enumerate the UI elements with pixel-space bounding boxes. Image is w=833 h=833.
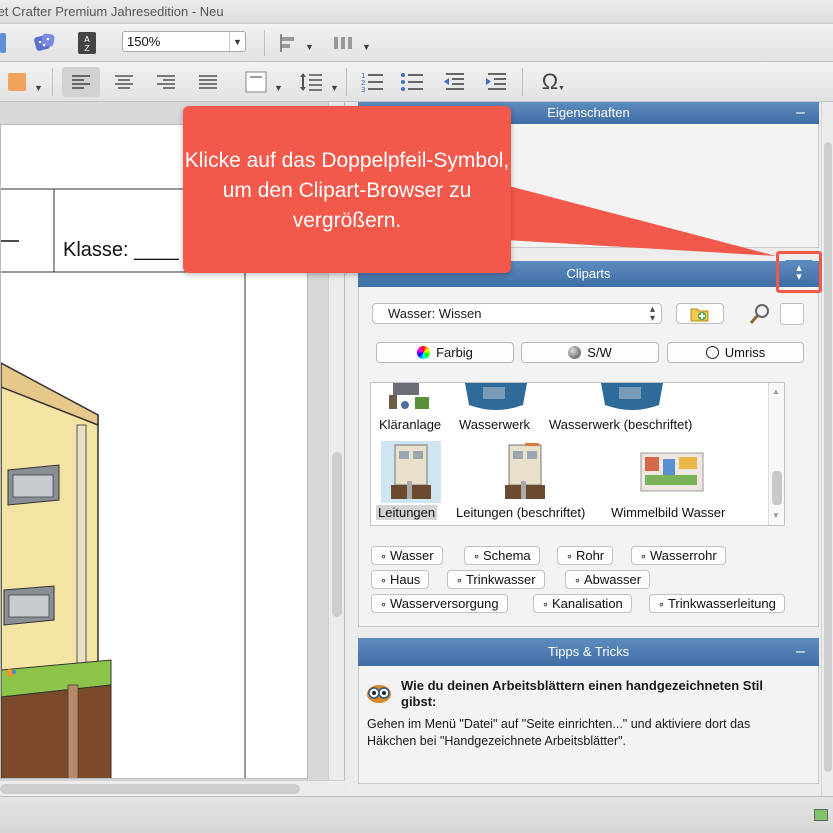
svg-text:Z: Z [84, 44, 90, 53]
collapse-icon[interactable]: – [796, 638, 805, 666]
divider [52, 68, 53, 96]
sort-az-icon[interactable]: AZ [76, 30, 98, 56]
callout-text: Klicke auf das Doppelpfeil-Symbol, um de… [184, 149, 510, 232]
tips-text: Gehen im Menü "Datei" auf "Seite einrich… [367, 717, 751, 748]
color-wheel-icon [417, 346, 431, 359]
document-horizontal-scrollbar[interactable] [0, 780, 345, 796]
scroll-thumb[interactable] [332, 452, 342, 617]
dropdown-caret-icon[interactable]: ▼ [305, 42, 314, 52]
numbered-list-icon[interactable]: 123 [358, 69, 386, 95]
increase-indent-icon[interactable] [482, 69, 510, 95]
tag-chip[interactable]: Abwasser [565, 570, 651, 589]
main-toolbar: AZ 150% ▼ ▼ ▼ [0, 24, 833, 62]
tips-heading: Wie du deinen Arbeitsblättern einen hand… [401, 678, 764, 709]
filter-outline-label: Umriss [724, 345, 766, 360]
tag-chip[interactable]: Trinkwasser [447, 570, 545, 589]
clipart-category-select[interactable]: Wasser: Wissen ▴ ▾ [372, 303, 662, 324]
zoom-value: 150% [127, 34, 161, 49]
klasse-label: Klasse: ____ [63, 239, 179, 261]
clipart-label-selected[interactable]: Leitungen [376, 505, 438, 520]
text-box-icon[interactable] [244, 69, 268, 95]
chevron-updown-icon: ▴ ▾ [649, 304, 655, 324]
svg-text:3: 3 [361, 86, 365, 93]
fill-color-swatch[interactable] [8, 73, 26, 91]
clipart-label[interactable]: Wasserwerk (beschriftet) [549, 417, 692, 432]
clipart-label[interactable]: Leitungen (beschriftet) [456, 505, 585, 520]
align-objects-icon[interactable] [278, 32, 298, 54]
add-folder-button[interactable] [676, 303, 724, 324]
tutorial-callout: Klicke auf das Doppelpfeil-Symbol, um de… [183, 106, 511, 273]
collapse-icon[interactable]: – [796, 102, 805, 124]
divider [346, 68, 347, 96]
tag-chip[interactable]: Schema [464, 546, 540, 565]
tag-chip[interactable]: Kanalisation [533, 594, 632, 613]
filter-outline-button[interactable]: Umriss [667, 342, 804, 363]
tips-title: Tipps & Tricks [547, 644, 630, 659]
search-icon[interactable] [748, 302, 772, 326]
status-bar [0, 796, 833, 833]
window-title: ksheet Crafter Premium Jahresedition - N… [0, 4, 224, 19]
tag-chip[interactable]: Wasserversorgung [371, 594, 508, 613]
tag-chip[interactable]: Haus [371, 570, 430, 589]
circle-outline-icon [705, 346, 719, 359]
clipart-thumbnail[interactable] [381, 441, 441, 503]
properties-title: Eigenschaften [547, 105, 630, 120]
grey-sphere-icon [568, 346, 582, 359]
partial-toolbar-icon[interactable] [0, 33, 6, 53]
align-right-button[interactable] [150, 67, 182, 97]
clipart-grid: Kläranlage Wasserwerk Wasserwerk (beschr… [370, 382, 785, 526]
scroll-thumb[interactable] [824, 142, 832, 772]
dropdown-caret-icon[interactable]: ▼ [558, 85, 565, 92]
title-bar: ksheet Crafter Premium Jahresedition - N… [0, 0, 833, 24]
cliparts-title: Cliparts [566, 266, 611, 281]
tag-chip[interactable]: Wasser [371, 546, 443, 565]
clipart-thumbnail[interactable] [599, 383, 665, 413]
chevron-down-icon: ▼ [229, 32, 245, 51]
panel-scrollbar[interactable] [821, 102, 833, 796]
scroll-thumb[interactable] [0, 784, 300, 794]
highlight-box [776, 251, 822, 293]
scroll-up-icon[interactable]: ▲ [772, 387, 780, 396]
clipart-grid-scrollbar[interactable]: ▲ ▼ [768, 383, 784, 525]
dropdown-caret-icon[interactable]: ▼ [362, 42, 371, 52]
bulleted-list-icon[interactable] [398, 69, 426, 95]
tag-chip[interactable]: Rohr [557, 546, 614, 565]
scroll-down-icon[interactable]: ▼ [772, 511, 780, 520]
clipart-label[interactable]: Wimmelbild Wasser [611, 505, 725, 520]
clipart-label[interactable]: Wasserwerk [459, 417, 530, 432]
search-input[interactable] [780, 303, 804, 325]
dropdown-caret-icon[interactable]: ▼ [274, 83, 283, 93]
owl-icon [366, 682, 392, 704]
image-icon[interactable] [814, 809, 828, 821]
clipart-label[interactable]: Kläranlage [379, 417, 441, 432]
clipart-thumbnail[interactable] [639, 445, 705, 495]
svg-text:A: A [84, 35, 90, 44]
filter-bw-button[interactable]: S/W [521, 342, 659, 363]
folder-add-icon [690, 308, 709, 321]
category-value: Wasser: Wissen [388, 306, 482, 321]
tag-chip[interactable]: Wasserrohr [631, 546, 726, 565]
dice-icon[interactable] [32, 30, 58, 56]
filter-colored-button[interactable]: Farbig [376, 342, 514, 363]
format-toolbar: ▼ ▼ ▼ 123 Ω ▼ [0, 62, 833, 102]
scroll-thumb[interactable] [772, 471, 782, 505]
dropdown-caret-icon[interactable]: ▼ [34, 83, 43, 93]
decrease-indent-icon[interactable] [440, 69, 468, 95]
clipart-thumbnail[interactable] [463, 383, 529, 413]
filter-bw-label: S/W [587, 345, 612, 360]
divider [264, 30, 265, 56]
align-center-button[interactable] [108, 67, 140, 97]
filter-colored-label: Farbig [436, 345, 473, 360]
clipart-thumbnail[interactable] [495, 441, 555, 503]
dropdown-caret-icon[interactable]: ▼ [330, 83, 339, 93]
distribute-objects-icon[interactable] [332, 32, 356, 54]
tips-header[interactable]: Tipps & Tricks – [358, 638, 819, 666]
divider [522, 68, 523, 96]
align-left-button[interactable] [62, 67, 100, 97]
clipart-thumbnail[interactable] [385, 383, 437, 413]
justify-button[interactable] [192, 67, 224, 97]
zoom-select[interactable]: 150% ▼ [122, 31, 246, 52]
tag-chip[interactable]: Trinkwasserleitung [649, 594, 785, 613]
line-spacing-icon[interactable] [298, 69, 324, 95]
